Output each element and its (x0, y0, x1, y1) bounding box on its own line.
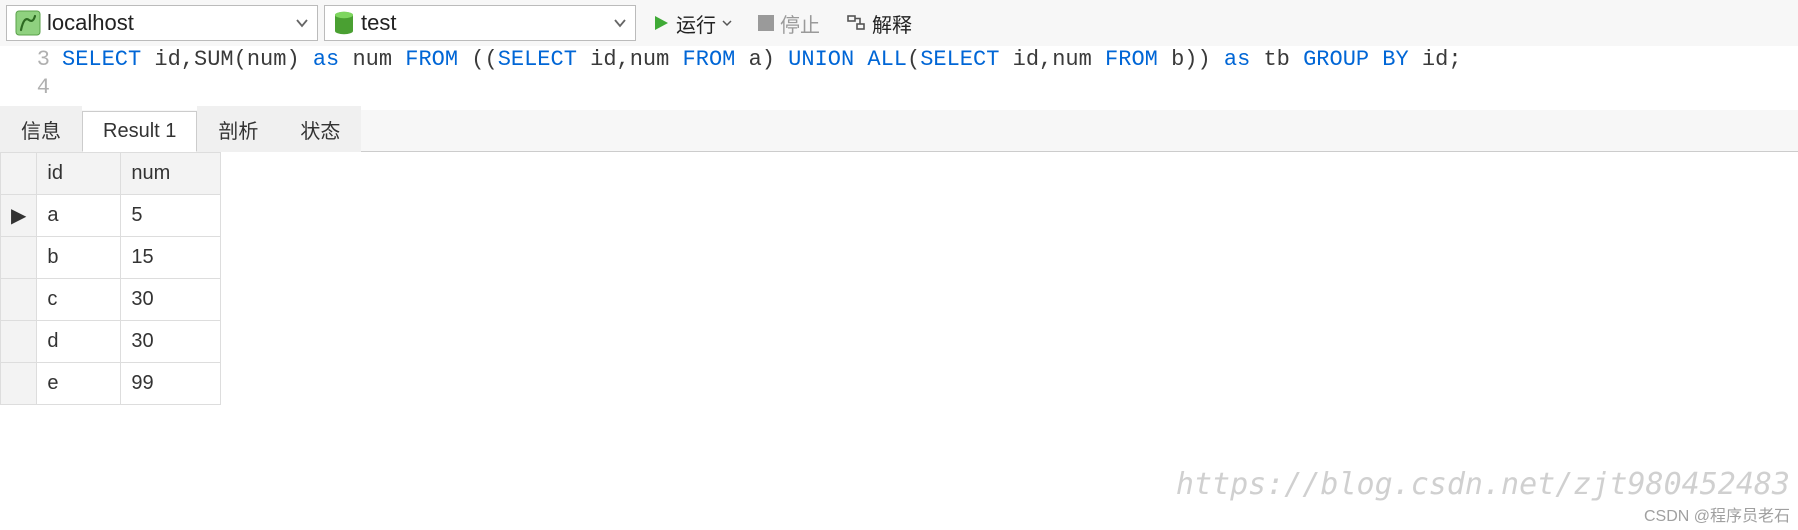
database-label: test (361, 10, 607, 36)
cell-id[interactable]: c (37, 279, 121, 321)
line-number: 4 (0, 74, 50, 102)
explain-button[interactable]: 解释 (836, 5, 922, 41)
run-label: 运行 (676, 9, 716, 38)
toolbar: localhost test 运行 停止 解释 (0, 0, 1798, 46)
column-header-num[interactable]: num (121, 153, 221, 195)
connection-icon (15, 10, 41, 36)
run-button[interactable]: 运行 (642, 5, 742, 41)
cell-id[interactable]: e (37, 363, 121, 405)
database-icon (333, 11, 355, 35)
credit: CSDN @程序员老石 (1644, 502, 1790, 526)
stop-label: 停止 (780, 9, 820, 38)
chevron-down-icon (722, 18, 732, 28)
cell-num[interactable]: 99 (121, 363, 221, 405)
editor-code[interactable]: SELECT id,SUM(num) as num FROM ((SELECT … (62, 46, 1798, 102)
line-number: 3 (0, 46, 50, 74)
sql-editor[interactable]: 34 SELECT id,SUM(num) as num FROM ((SELE… (0, 46, 1798, 102)
column-header-id[interactable]: id (37, 153, 121, 195)
chevron-down-icon (613, 16, 627, 30)
chevron-down-icon (295, 16, 309, 30)
row-marker (1, 363, 37, 405)
cell-id[interactable]: a (37, 195, 121, 237)
table-row[interactable]: d30 (1, 321, 221, 363)
table-row[interactable]: b15 (1, 237, 221, 279)
explain-icon (846, 13, 866, 33)
result-header-row: id num (1, 153, 221, 195)
stop-button[interactable]: 停止 (748, 5, 830, 41)
row-marker: ▶ (1, 195, 37, 237)
tab-信息[interactable]: 信息 (0, 106, 82, 152)
code-line[interactable] (62, 74, 1798, 102)
result-body: ▶a5b15c30d30e99 (1, 195, 221, 405)
table-row[interactable]: c30 (1, 279, 221, 321)
tab-状态[interactable]: 状态 (279, 106, 361, 152)
row-marker (1, 279, 37, 321)
database-dropdown[interactable]: test (324, 5, 636, 41)
cell-id[interactable]: d (37, 321, 121, 363)
connection-dropdown[interactable]: localhost (6, 5, 318, 41)
row-marker (1, 321, 37, 363)
cell-id[interactable]: b (37, 237, 121, 279)
play-icon (652, 14, 670, 32)
tab-result-1[interactable]: Result 1 (82, 111, 197, 152)
table-row[interactable]: e99 (1, 363, 221, 405)
stop-icon (758, 15, 774, 31)
watermark: https://blog.csdn.net/zjt980452483 (1176, 467, 1790, 502)
connection-label: localhost (47, 10, 289, 36)
cell-num[interactable]: 15 (121, 237, 221, 279)
row-marker-header (1, 153, 37, 195)
editor-gutter: 34 (0, 46, 62, 102)
result-table: id num ▶a5b15c30d30e99 (0, 152, 221, 405)
result-tabs: 信息Result 1剖析状态 (0, 110, 1798, 152)
cell-num[interactable]: 30 (121, 279, 221, 321)
explain-label: 解释 (872, 9, 912, 38)
table-row[interactable]: ▶a5 (1, 195, 221, 237)
code-line[interactable]: SELECT id,SUM(num) as num FROM ((SELECT … (62, 46, 1798, 74)
tab-剖析[interactable]: 剖析 (197, 106, 279, 152)
cell-num[interactable]: 30 (121, 321, 221, 363)
cell-num[interactable]: 5 (121, 195, 221, 237)
row-marker (1, 237, 37, 279)
